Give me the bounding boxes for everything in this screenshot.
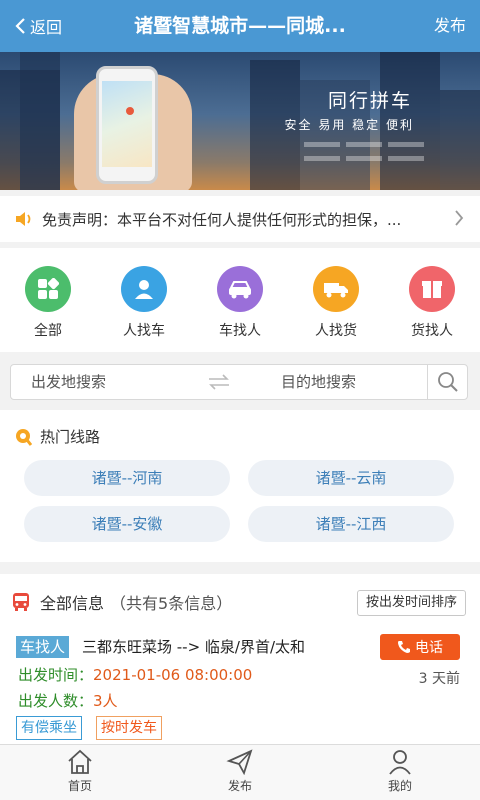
- send-icon: [226, 749, 253, 775]
- home-icon: [68, 749, 92, 774]
- search-icon: [437, 372, 458, 392]
- tab-label: 发布: [227, 779, 252, 793]
- back-button[interactable]: 返回: [14, 0, 62, 52]
- info-header: 全部信息 （共有5条信息）: [12, 590, 232, 614]
- call-button[interactable]: 电话: [380, 634, 460, 660]
- phone-image: [96, 66, 158, 184]
- category-label: 车找人: [219, 323, 261, 339]
- location-icon: [16, 428, 32, 446]
- category-label: 人找车: [123, 323, 165, 339]
- category-person-find-cargo[interactable]: 人找货: [288, 248, 384, 352]
- category-all[interactable]: 全部: [0, 248, 96, 352]
- category-person-find-car[interactable]: 人找车: [96, 248, 192, 352]
- hot-routes-section: 热门线路 诸暨--河南 诸暨--云南 诸暨--安徽 诸暨--江西: [0, 410, 480, 562]
- on-time-tag: 按时发车: [96, 716, 162, 740]
- info-count: （共有5条信息）: [110, 594, 233, 613]
- post-type-tag: 车找人: [16, 636, 70, 658]
- category-label: 全部: [34, 323, 62, 339]
- all-info-section: 全部信息 （共有5条信息） 按出发时间排序 车找人 三都东旺菜场 --> 临泉/…: [0, 574, 480, 744]
- category-cargo-find-person[interactable]: 货找人: [384, 248, 480, 352]
- depart-time-label: 出发时间：: [18, 666, 94, 684]
- phone-icon: [398, 641, 410, 653]
- person-icon: [121, 266, 167, 312]
- publish-button[interactable]: 发布: [434, 0, 466, 52]
- chevron-left-icon: [15, 18, 25, 34]
- category-car-find-person[interactable]: 车找人: [192, 248, 288, 352]
- bus-icon: [13, 593, 29, 611]
- hot-routes-title: 热门线路: [40, 428, 101, 446]
- back-label: 返回: [30, 18, 63, 37]
- call-label: 电话: [415, 640, 443, 656]
- banner-subtitle: 安全 易用 稳定 便利: [284, 118, 414, 132]
- post-route: 三都东旺菜场 --> 临泉/界首/太和: [82, 638, 306, 656]
- depart-time-row: 出发时间：2021-01-06 08:00:00: [18, 664, 252, 686]
- people-count-value: 3人: [93, 692, 118, 710]
- hot-routes-header: 热门线路: [14, 426, 100, 447]
- bottom-tab-bar: 首页 发布 我的: [0, 744, 480, 800]
- tab-label: 首页: [67, 779, 92, 793]
- page-title: 诸暨智慧城市——同城...: [134, 15, 346, 37]
- sort-by-time-button[interactable]: 按出发时间排序: [356, 590, 466, 616]
- to-search-input[interactable]: 目的地搜索: [281, 365, 401, 399]
- grid-icon: [25, 266, 71, 312]
- tab-publish[interactable]: 发布: [160, 745, 320, 800]
- category-label: 人找货: [315, 323, 357, 339]
- car-icon: [217, 266, 263, 312]
- disclaimer-notice[interactable]: 免责声明：本平台不对任何人提供任何形式的担保，...: [0, 196, 480, 242]
- route-chip[interactable]: 诸暨--安徽: [24, 506, 230, 542]
- route-chip[interactable]: 诸暨--云南: [248, 460, 454, 496]
- chevron-right-icon: [455, 210, 464, 226]
- route-chip[interactable]: 诸暨--河南: [24, 460, 230, 496]
- paid-ride-tag: 有偿乘坐: [16, 716, 82, 740]
- category-label: 货找人: [411, 323, 453, 339]
- swap-icon[interactable]: [207, 373, 231, 391]
- tab-label: 我的: [387, 779, 412, 793]
- depart-time-value: 2021-01-06 08:00:00: [93, 666, 253, 684]
- tab-home[interactable]: 首页: [0, 745, 160, 800]
- post-time-ago: 3 天前: [418, 671, 460, 687]
- tab-mine[interactable]: 我的: [320, 745, 480, 800]
- route-search: 出发地搜索 目的地搜索: [0, 352, 480, 410]
- from-search-input[interactable]: 出发地搜索: [31, 365, 181, 399]
- people-count-row: 出发人数：3人: [18, 690, 118, 712]
- info-title: 全部信息: [40, 594, 105, 613]
- speaker-icon: [16, 212, 31, 226]
- notice-text: 免责声明：本平台不对任何人提供任何形式的担保，...: [42, 210, 402, 229]
- top-bar: 返回 诸暨智慧城市——同城... 发布: [0, 0, 480, 52]
- category-grid: 全部 人找车 车找人 人找货 货找人: [0, 248, 480, 352]
- banner-title: 同行拼车: [327, 90, 412, 112]
- truck-icon: [313, 266, 359, 312]
- box-icon: [409, 266, 455, 312]
- route-chip[interactable]: 诸暨--江西: [248, 506, 454, 542]
- search-box: 出发地搜索 目的地搜索: [10, 364, 468, 400]
- banner-image[interactable]: 同行拼车 安全 易用 稳定 便利: [0, 52, 480, 190]
- search-button[interactable]: [427, 365, 467, 399]
- user-icon: [389, 750, 411, 775]
- people-count-label: 出发人数：: [18, 692, 94, 710]
